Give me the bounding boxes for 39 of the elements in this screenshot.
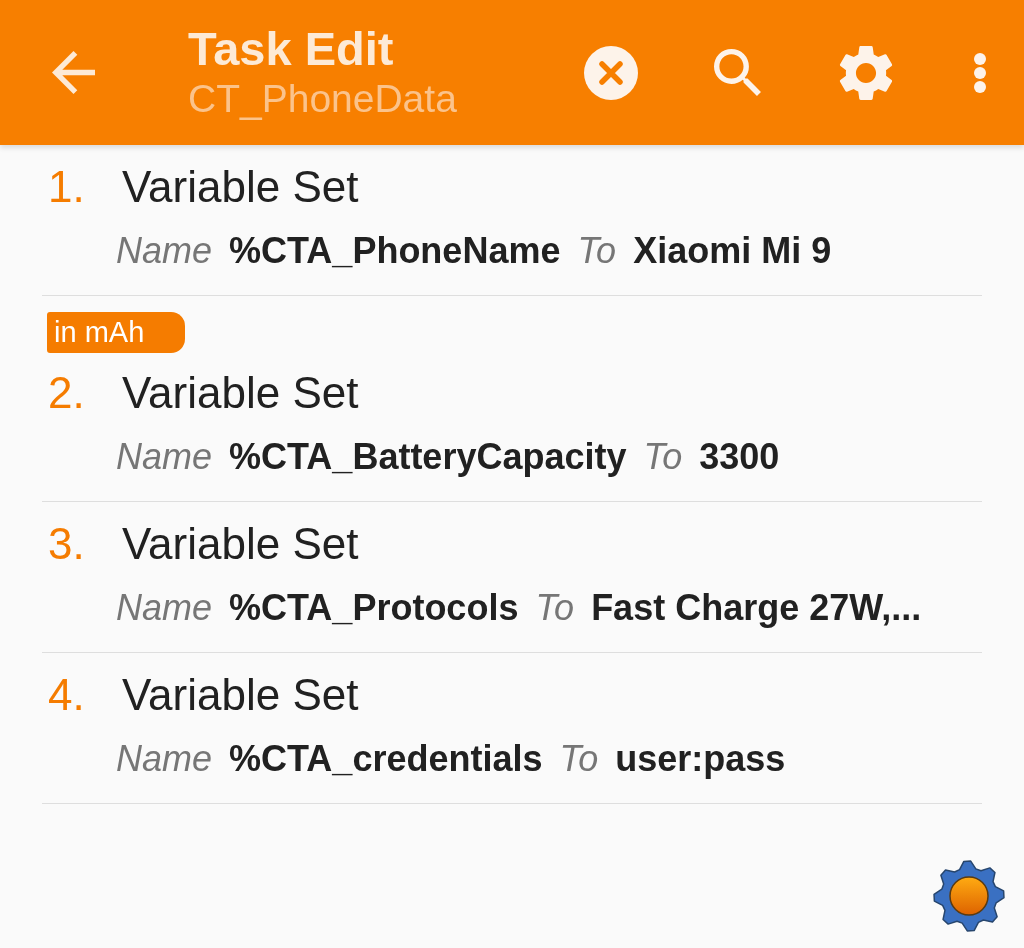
action-title[interactable]: Variable Set [122,668,359,722]
param-label: Name [116,736,213,780]
label-tag: in mAh [47,312,185,353]
close-circle-icon [584,45,638,100]
back-arrow-icon [52,51,95,94]
task-name: CT_PhoneData [188,76,457,122]
param-value: %CTA_BatteryCapacity [229,434,627,478]
param-label: To [643,434,683,478]
settings-icon [839,44,893,101]
more-button[interactable] [974,52,986,93]
gear-icon [933,860,1005,932]
param-label: To [559,736,599,780]
search-button[interactable] [714,49,761,96]
fab-button[interactable] [933,860,1005,932]
more-dots-icon [974,52,986,93]
param-label: Name [116,228,213,272]
param-value: %CTA_PhoneName [229,228,561,272]
action-title[interactable]: Variable Set [122,517,359,571]
param-value: Fast Charge 27W,... [591,585,922,629]
param-value: Xiaomi Mi 9 [633,228,832,272]
action-title[interactable]: Variable Set [122,367,359,420]
step-number: 3. [48,517,86,570]
param-value: %CTA_Protocols [229,585,519,629]
step-number: 2. [48,367,86,419]
param-label: Name [116,585,213,629]
step-number: 1. [48,161,86,213]
param-value: 3300 [699,434,780,478]
search-icon [714,49,761,96]
action-title[interactable]: Variable Set [122,161,359,214]
param-label: To [535,585,575,629]
param-label: To [577,228,617,272]
back-button[interactable] [52,51,95,94]
step-number: 4. [48,668,86,721]
close-button[interactable] [584,45,638,100]
settings-button[interactable] [839,44,893,101]
param-value: user:pass [615,736,786,780]
screen-title: Task Edit [188,23,395,75]
param-label: Name [116,434,213,478]
param-value: %CTA_credentials [229,736,543,780]
